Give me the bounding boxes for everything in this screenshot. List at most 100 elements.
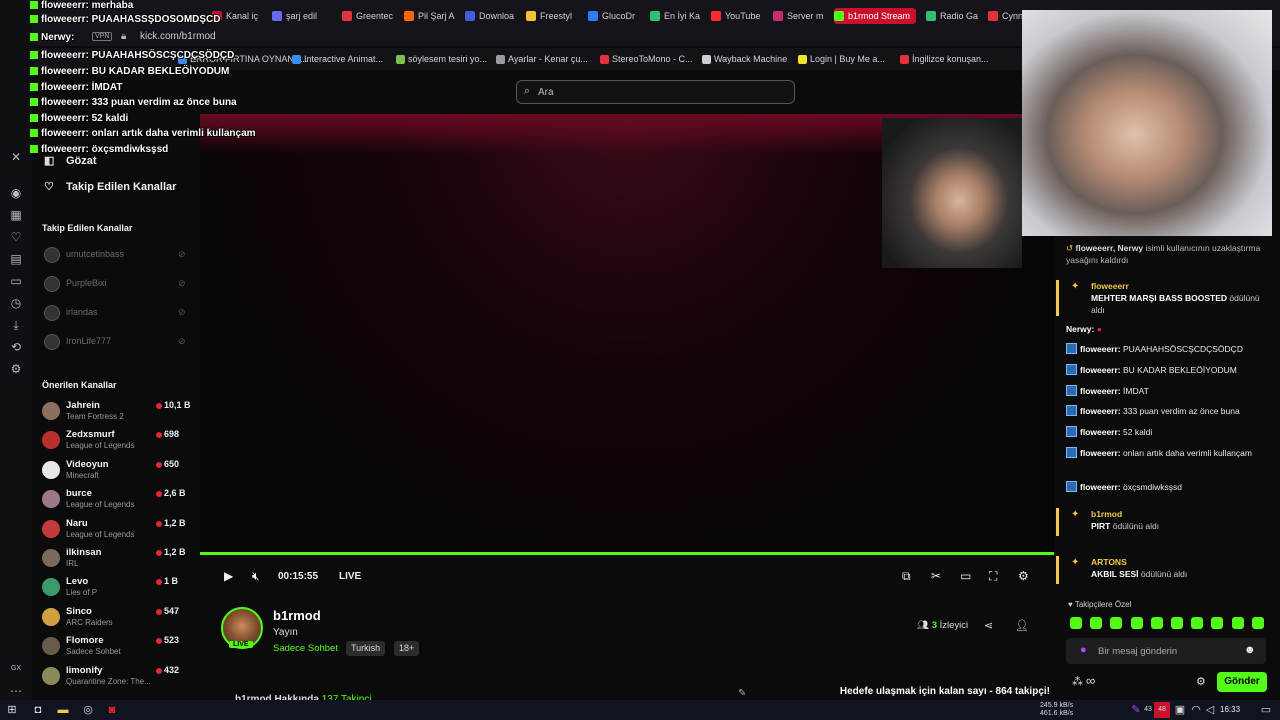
bookmark-item[interactable]: StereoToMono - C...: [600, 54, 693, 64]
emote-icon[interactable]: [1211, 617, 1224, 629]
tag-age[interactable]: 18+: [394, 641, 420, 656]
recommended-channel[interactable]: Sinco ARC Raiders 547: [42, 606, 192, 634]
channel-name[interactable]: b1rmod: [273, 608, 321, 623]
chat-user[interactable]: floweeerr:: [1080, 365, 1121, 375]
browser-tab[interactable]: Pil Şarj A: [404, 8, 460, 24]
bookmark-item[interactable]: Wayback Machine: [702, 54, 787, 64]
recommended-channel[interactable]: limonify Quarantine Zone: The... 432: [42, 665, 192, 693]
emote-icon[interactable]: [1090, 617, 1103, 629]
chat-user[interactable]: floweeerr:: [1080, 427, 1121, 437]
clip-icon[interactable]: ✂: [931, 569, 941, 583]
recommended-channel[interactable]: Flomore Sadece Sohbet 523: [42, 635, 192, 663]
emote-icon[interactable]: [1191, 617, 1204, 629]
stream-category[interactable]: Sadece Sohbet: [273, 643, 338, 654]
followed-channel[interactable]: IronLife777 ⊘: [44, 332, 194, 352]
vpn-badge[interactable]: VPN: [92, 32, 113, 41]
opera-gx-icon[interactable]: ◙: [104, 702, 120, 718]
browser-tab[interactable]: Downloa: [465, 8, 521, 24]
more-icon[interactable]: ⋯: [9, 684, 23, 698]
browser-tab[interactable]: Freestyl: [526, 8, 582, 24]
followed-channel[interactable]: umutcetinbass ⊘: [44, 245, 194, 265]
notification-icon[interactable]: ▭: [1258, 702, 1274, 718]
bookmark-item[interactable]: Interactive Animat...: [292, 54, 383, 64]
pip-icon[interactable]: ⧉: [902, 569, 911, 584]
emote-icon[interactable]: [1070, 617, 1082, 629]
heart-icon[interactable]: ♡: [9, 230, 23, 244]
grid-icon[interactable]: ▦: [9, 208, 23, 222]
browser-tab[interactable]: şarj edil: [272, 8, 328, 24]
browser-icon[interactable]: ◎: [80, 702, 96, 718]
emote-icon[interactable]: [1150, 617, 1163, 629]
emote-icon[interactable]: [1130, 617, 1143, 629]
chat-user[interactable]: floweeerr:: [1080, 406, 1121, 416]
emote-icon[interactable]: [1251, 617, 1264, 629]
edit-icon[interactable]: ✎: [738, 688, 746, 699]
browser-tab[interactable]: Greentec: [342, 8, 398, 24]
recommended-channel[interactable]: Zedxsmurf League of Legends 698: [42, 429, 192, 457]
history-icon[interactable]: ◷: [9, 296, 23, 310]
recommended-channel[interactable]: burce League of Legends 2,6 B: [42, 488, 192, 516]
recommended-channel[interactable]: Naru League of Legends 1,2 B: [42, 518, 192, 546]
x-icon[interactable]: ✕: [9, 150, 23, 164]
play-icon[interactable]: ▶: [224, 569, 233, 583]
user-icon[interactable]: 👤︎: [1015, 619, 1029, 632]
chat-user[interactable]: floweeerr:: [1080, 482, 1121, 492]
tray-badge-2[interactable]: 48: [1154, 702, 1170, 718]
recommended-channel[interactable]: Videoyun Minecraft 650: [42, 459, 192, 487]
theater-icon[interactable]: ▭: [960, 569, 971, 583]
mute-icon[interactable]: 🔇︎: [252, 569, 260, 584]
settings-icon[interactable]: ⚙: [9, 362, 23, 376]
search-input[interactable]: [538, 82, 788, 102]
share-icon[interactable]: ⋖: [984, 619, 993, 632]
followed-channel[interactable]: PurpleBixi ⊘: [44, 274, 194, 294]
chat-user[interactable]: floweeerr:: [1080, 386, 1121, 396]
followed-channel[interactable]: irlandas ⊘: [44, 303, 194, 323]
chat-user[interactable]: Nerwy:: [1066, 324, 1094, 334]
browser-tab[interactable]: Radio Ga: [926, 8, 982, 24]
folder-icon[interactable]: ▬: [55, 702, 71, 718]
browser-tab[interactable]: GlucoDr: [588, 8, 644, 24]
live-indicator[interactable]: LIVE: [339, 571, 361, 582]
emote-icon[interactable]: [1171, 617, 1183, 629]
chat-settings-icon[interactable]: ⚙: [1196, 675, 1206, 688]
emote-icon[interactable]: [1110, 617, 1123, 629]
settings-icon[interactable]: ⚙: [1018, 569, 1029, 583]
chat-user[interactable]: floweeerr:: [1080, 448, 1121, 458]
wallet-icon[interactable]: ▭: [9, 274, 23, 288]
bookmark-icon: [292, 55, 301, 64]
bookmark-item[interactable]: söylesem tesiri yo...: [396, 54, 487, 64]
nav-browse[interactable]: ◧ Gözat: [44, 154, 97, 167]
points-icon[interactable]: ⁂: [1072, 675, 1083, 688]
nav-following[interactable]: ♡ Takip Edilen Kanallar: [44, 180, 176, 193]
radio-icon[interactable]: ◉: [9, 186, 23, 200]
app-icon[interactable]: ◘: [30, 702, 46, 718]
news-icon[interactable]: ▤: [9, 252, 23, 266]
chat-input[interactable]: [1098, 642, 1238, 660]
bookmark-item[interactable]: İngilizce konuşan...: [900, 54, 989, 64]
emoji-icon[interactable]: ☻: [1244, 644, 1256, 656]
download-icon[interactable]: ⤓: [9, 318, 23, 332]
progress-bar[interactable]: [200, 552, 1054, 555]
bookmark-item[interactable]: Ayarlar - Kenar çu...: [496, 54, 588, 64]
mic-icon[interactable]: ●: [1080, 644, 1087, 656]
recommended-channel[interactable]: Levo Lies of P 1 B: [42, 576, 192, 604]
tag-language[interactable]: Turkish: [346, 641, 386, 656]
browser-tab[interactable]: En İyi Ka: [650, 8, 706, 24]
volume-icon[interactable]: ◁: [1202, 702, 1218, 718]
url-text[interactable]: kick.com/b1rmod: [140, 31, 216, 42]
gx-icon[interactable]: GX: [9, 662, 23, 676]
browser-tab[interactable]: b1rmod Stream: [834, 8, 916, 24]
emote-icon[interactable]: [1231, 617, 1244, 629]
browser-tab[interactable]: YouTube: [711, 8, 767, 24]
browser-tab[interactable]: Server m: [773, 8, 829, 24]
send-button[interactable]: Gönder: [1217, 672, 1267, 692]
recommended-channel[interactable]: ilkinsan IRL 1,2 B: [42, 547, 192, 575]
start-icon[interactable]: ⊞: [4, 702, 20, 718]
fullscreen-icon[interactable]: ⛶: [989, 569, 997, 584]
bookmark-item[interactable]: Login | Buy Me a...: [798, 54, 885, 64]
recommended-channel[interactable]: Jahrein Team Fortress 2 10,1 B: [42, 400, 192, 428]
tray-icon[interactable]: ▣: [1172, 702, 1188, 718]
sync-icon[interactable]: ⟲: [9, 340, 23, 354]
clock[interactable]: 16:33: [1220, 705, 1240, 714]
chat-user[interactable]: floweeerr:: [1080, 344, 1121, 354]
